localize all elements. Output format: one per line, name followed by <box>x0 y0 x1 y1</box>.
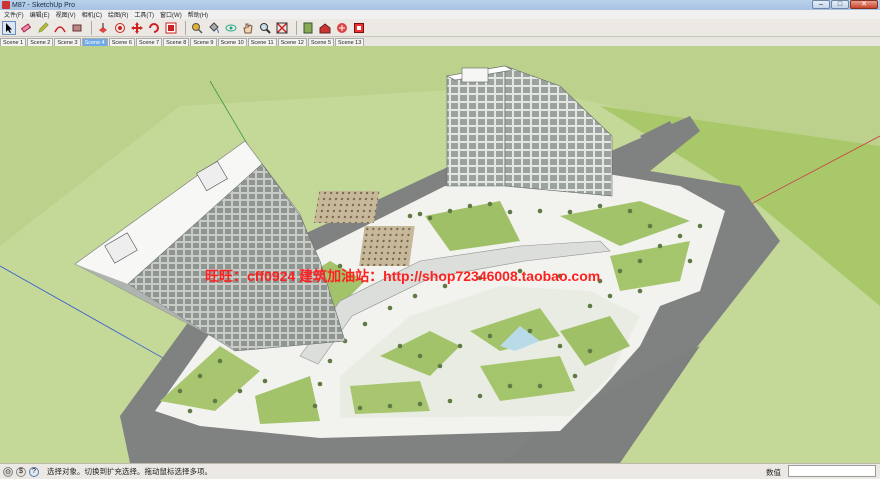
credits-icon[interactable]: $ <box>16 466 26 477</box>
eraser-tool-button[interactable] <box>19 21 33 35</box>
close-button[interactable]: ✕ <box>850 0 878 9</box>
paved-plaza <box>359 226 415 266</box>
site-model-render <box>0 46 880 463</box>
maximize-button[interactable]: □ <box>831 0 849 9</box>
paint-bucket-icon <box>209 21 219 33</box>
tab-scene-8[interactable]: Scene 8 <box>163 38 190 46</box>
rectangle-icon <box>72 24 82 31</box>
main-toolbar <box>0 19 880 37</box>
geolocation-icon[interactable]: ⊙ <box>3 466 13 477</box>
toolbar-separator <box>296 20 297 35</box>
menu-tools[interactable]: 工具(T) <box>131 10 157 19</box>
rotate-tool-button[interactable] <box>147 21 161 35</box>
model-viewport[interactable]: 旺旺：cff0924 建筑加油站：http://shop72346008.tao… <box>0 46 880 463</box>
offset-tool-button[interactable] <box>113 21 127 35</box>
paved-plaza <box>313 191 380 223</box>
title-bar: M87 - SketchUp Pro – □ ✕ <box>0 0 880 10</box>
hand-icon <box>243 23 253 33</box>
extension-icon <box>354 22 364 33</box>
pencil-tool-button[interactable] <box>36 21 50 35</box>
menu-camera[interactable]: 相机(C) <box>79 10 105 19</box>
menu-help[interactable]: 帮助(H) <box>185 10 211 19</box>
arc-tool-button[interactable] <box>53 21 67 35</box>
tape-measure-icon <box>192 22 203 34</box>
zoom-tool-button[interactable] <box>258 21 272 35</box>
menu-draw[interactable]: 绘图(R) <box>105 10 131 19</box>
pencil-icon <box>38 21 49 33</box>
zoom-extents-icon <box>276 21 288 34</box>
tab-scene-1[interactable]: Scene 1 <box>0 38 27 46</box>
zoom-icon <box>260 22 271 34</box>
status-message: 选择对象。切换到扩充选择。拖动鼠标选择多项。 <box>47 467 212 476</box>
watermark-text: 旺旺：cff0924 建筑加油站：http://shop72346008.tao… <box>205 268 601 284</box>
select-tool-button[interactable] <box>2 20 16 35</box>
tab-scene-13[interactable]: Scene 13 <box>335 38 365 46</box>
menu-window[interactable]: 窗口(W) <box>157 10 185 19</box>
sketchup-logo-icon <box>2 1 10 9</box>
components-tool-button[interactable] <box>301 21 315 35</box>
tab-scene-11[interactable]: Scene 11 <box>247 38 277 46</box>
push-pull-tool-button[interactable] <box>96 21 110 35</box>
roof-unit <box>461 67 489 83</box>
warehouse-icon <box>319 22 331 33</box>
move-tool-button[interactable] <box>130 21 144 35</box>
arrow-icon <box>6 22 12 33</box>
extension-tool-button[interactable] <box>352 21 366 35</box>
measurements-label: 数值 <box>766 468 781 477</box>
zoom-extents-tool-button[interactable] <box>275 21 289 35</box>
window-controls: – □ ✕ <box>812 0 878 9</box>
share-model-icon <box>337 22 347 33</box>
eraser-icon <box>20 22 32 33</box>
menu-edit[interactable]: 编辑(E) <box>27 10 53 19</box>
scene-tabs: Scene 1 Scene 2 Scene 3 Scene 4 Scene 6 … <box>0 37 880 46</box>
menu-file[interactable]: 文件(F) <box>1 10 27 19</box>
menu-bar: 文件(F) 编辑(E) 视图(V) 相机(C) 绘图(R) 工具(T) 窗口(W… <box>0 10 880 19</box>
tab-scene-3[interactable]: Scene 3 <box>54 38 81 46</box>
pan-tool-button[interactable] <box>241 21 255 35</box>
help-icon[interactable]: ? <box>29 466 39 477</box>
tape-measure-tool-button[interactable] <box>190 21 204 35</box>
offset-icon <box>115 22 125 33</box>
arc-icon <box>54 25 66 32</box>
warehouse-tool-button[interactable] <box>318 21 332 35</box>
components-icon <box>303 22 313 33</box>
tab-scene-12[interactable]: Scene 12 <box>277 38 307 46</box>
minimize-button[interactable]: – <box>812 0 830 9</box>
move-icon <box>131 21 143 34</box>
tab-scene-4[interactable]: Scene 4 <box>81 38 108 46</box>
orbit-icon <box>225 24 237 31</box>
scale-icon <box>165 22 177 33</box>
toolbar-separator <box>91 20 92 35</box>
rectangle-tool-button[interactable] <box>70 21 84 35</box>
tab-scene-6[interactable]: Scene 6 <box>108 38 135 46</box>
paint-bucket-tool-button[interactable] <box>207 21 221 35</box>
share-model-tool-button[interactable] <box>335 21 349 35</box>
measurements-input[interactable] <box>788 465 876 477</box>
push-pull-icon <box>99 22 107 33</box>
tab-scene-7[interactable]: Scene 7 <box>135 38 163 46</box>
tab-scene-10[interactable]: Scene 10 <box>217 38 247 46</box>
rotate-icon <box>149 22 159 33</box>
window-title: M87 - SketchUp Pro <box>12 1 76 9</box>
menu-view[interactable]: 视图(V) <box>53 10 79 19</box>
tab-scene-2[interactable]: Scene 2 <box>27 38 54 46</box>
orbit-tool-button[interactable] <box>224 21 238 35</box>
tab-scene-9[interactable]: Scene 9 <box>190 38 217 46</box>
right-tower-front <box>446 65 506 187</box>
tab-scene-5[interactable]: Scene 5 <box>307 38 335 46</box>
status-bar: ⊙ $ ? 选择对象。切换到扩充选择。拖动鼠标选择多项。 数值 <box>0 463 880 479</box>
scale-tool-button[interactable] <box>164 21 178 35</box>
toolbar-separator <box>185 20 186 35</box>
